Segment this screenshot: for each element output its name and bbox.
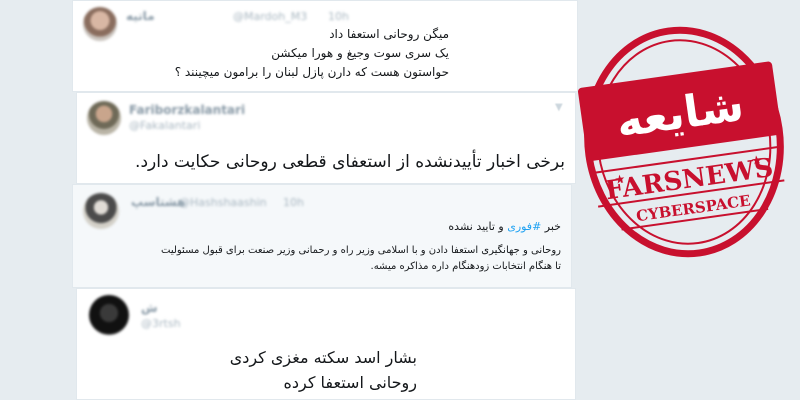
tweet-text-line: روحانی و جهانگیری استعفا دادن و با اسلام…	[161, 245, 561, 256]
author-handle[interactable]: @Mardoh_M3	[233, 10, 307, 23]
tweet-time[interactable]: 10h	[283, 196, 304, 209]
tweet-text: روحانی و جهانگیری استعفا دادن و با اسلام…	[161, 243, 561, 275]
headline-prefix: خبر	[544, 220, 561, 233]
tweet-text-line: برخی اخبار تأییدنشده از استعفای قطعی روح…	[135, 152, 565, 172]
quoted-tweet-card[interactable]: هشتاسپ @Hashshaashin 10h خبر #فوری و تای…	[72, 184, 572, 288]
tweet-headline: خبر #فوری و تایید نشده	[448, 219, 561, 235]
tweet-time[interactable]: 10h	[328, 10, 349, 23]
tweet-text-line: بشار اسد سکته مغزی کردی	[229, 348, 417, 367]
tweet-text-line: میگن روحانی استعفا داد	[329, 27, 449, 41]
hashtag-link[interactable]: #فوری	[507, 220, 541, 233]
tweet-text: میگن روحانی استعفا داد یک سری سوت وجیغ و…	[175, 25, 449, 82]
author-name[interactable]: Fariborzkalantari	[129, 103, 245, 117]
star-icon: ★	[750, 152, 763, 167]
chevron-down-icon[interactable]: ▼	[555, 103, 565, 113]
tweet-text: برخی اخبار تأییدنشده از استعفای قطعی روح…	[135, 151, 565, 173]
tweet-card[interactable]: Fariborzkalantari @Fakalantari ▼ برخی اخ…	[76, 92, 576, 184]
author-name[interactable]: هشتاسپ	[131, 195, 185, 209]
tweet-text-line: تا هنگام انتخابات زودهنگام داره مذاکره م…	[370, 261, 561, 272]
avatar[interactable]	[87, 101, 121, 135]
avatar[interactable]	[83, 7, 117, 41]
avatar[interactable]	[89, 295, 129, 335]
star-icon: ★	[614, 172, 627, 187]
headline-suffix: و تایید نشده	[448, 220, 504, 233]
tweet-card[interactable]: ش @3rtsh بشار اسد سکته مغزی کردی روحانی …	[76, 288, 576, 400]
avatar[interactable]	[83, 193, 119, 229]
author-handle[interactable]: @Hashshaashin	[179, 196, 267, 209]
author-name[interactable]: ماتيه	[126, 9, 155, 23]
tweet-card[interactable]: ماتيه @Mardoh_M3 10h میگن روحانی استعفا …	[72, 0, 578, 92]
stamp-graphic: شایعه FARSNEWS CYBERSPACE ★ ★	[578, 26, 785, 258]
author-handle[interactable]: @Fakalantari	[129, 119, 200, 132]
tweet-text: بشار اسد سکته مغزی کردی روحانی استعفا کر…	[230, 345, 417, 395]
author-handle[interactable]: @3rtsh	[141, 317, 181, 330]
tweet-text-line: حواستون هست که دارن پازل لبنان را برامون…	[174, 65, 449, 79]
tweet-text-line: یک سری سوت وجیغ و هورا میکشن	[271, 46, 449, 60]
rumor-stamp: شایعه FARSNEWS CYBERSPACE ★ ★	[564, 9, 800, 276]
tweet-text-line: روحانی استعفا کرده	[283, 373, 418, 392]
author-name[interactable]: ش	[141, 301, 158, 315]
